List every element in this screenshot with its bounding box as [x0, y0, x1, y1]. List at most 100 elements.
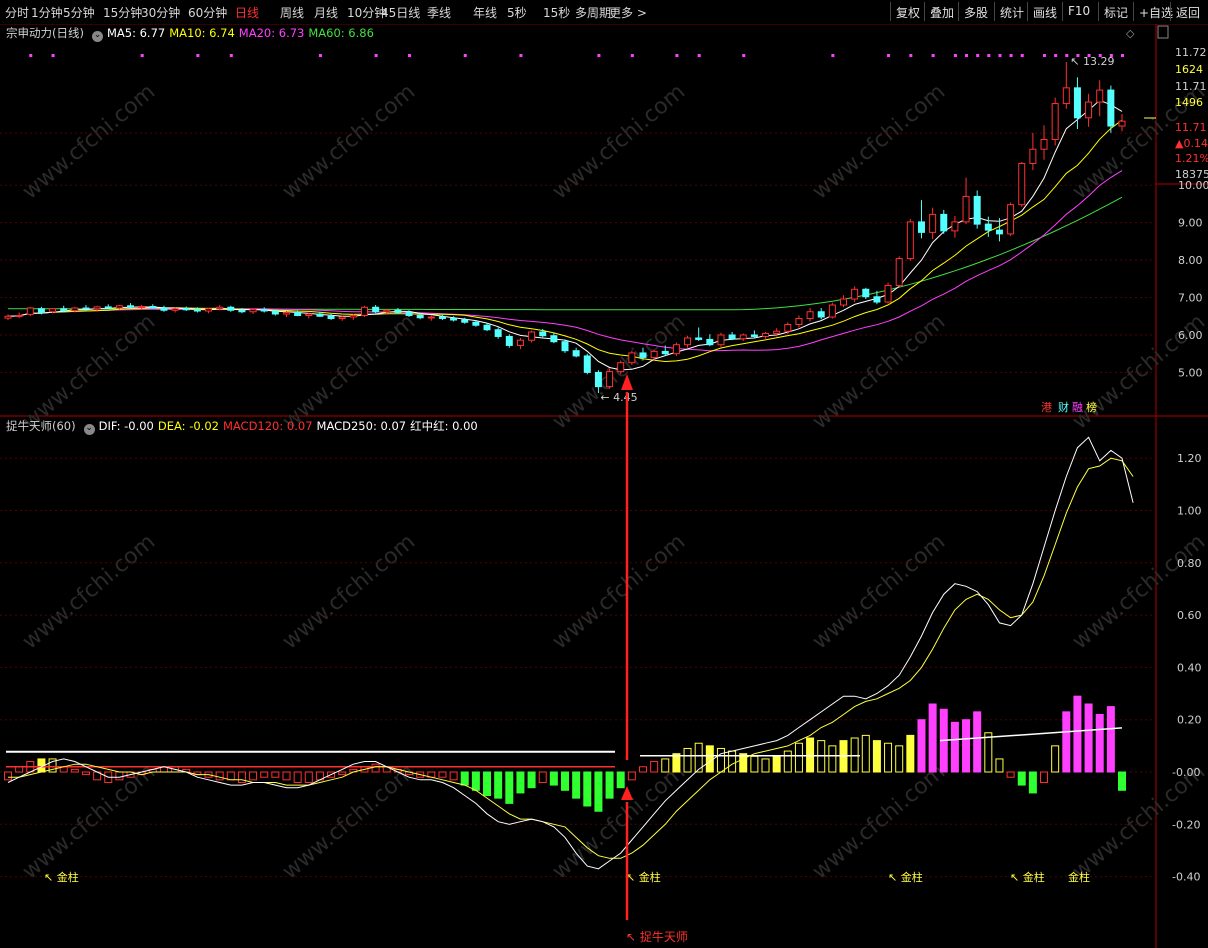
indicator-bar: [471, 771, 480, 791]
candle-body: [71, 307, 79, 312]
period-tab-7[interactable]: 周线: [280, 4, 304, 21]
indicator-bar: [527, 771, 536, 789]
indicator-bar: [783, 750, 792, 773]
indicator-bar: [226, 771, 235, 781]
ind-y-tick: 0.80: [1177, 557, 1202, 570]
period-tab-16[interactable]: 更多 >: [609, 4, 647, 21]
candle-body: [1007, 204, 1015, 235]
indicator-bar: [271, 771, 280, 778]
indicator-bar: [494, 771, 503, 799]
indicator-legend: 捉牛天师(60) ⌄ DIF: -0.00 DEA: -0.02 MACD120: 0.…: [6, 418, 482, 435]
candle-body: [260, 309, 268, 312]
toolbar-button-6[interactable]: 标记: [1098, 2, 1133, 21]
indicator-bar: [15, 766, 24, 773]
period-tab-13[interactable]: 5秒: [507, 4, 527, 21]
period-tab-2[interactable]: 5分钟: [63, 4, 95, 21]
period-tab-4[interactable]: 30分钟: [141, 4, 180, 21]
candle-body: [1029, 148, 1037, 164]
signal-dot: [1009, 54, 1013, 57]
period-tab-14[interactable]: 15秒: [543, 4, 570, 21]
main-y-tick: 8.00: [1178, 254, 1203, 267]
toolbar-button-4[interactable]: 画线: [1027, 2, 1062, 21]
signal-dot: [196, 54, 200, 57]
indicator-bar: [516, 771, 525, 794]
signal-dot: [998, 54, 1002, 57]
indicator-bar: [705, 745, 714, 773]
main-legend-item: MA5: 6.77: [106, 26, 166, 40]
indicator-bar: [70, 768, 79, 773]
ind-y-tick: 1.20: [1177, 452, 1202, 465]
candle-body: [26, 307, 34, 315]
signal-dot: [831, 54, 835, 57]
candle-body: [360, 306, 368, 316]
candle-body: [706, 338, 714, 346]
indicator-bar: [627, 771, 636, 781]
signal-dot: [1054, 54, 1058, 57]
indicator-bar: [293, 771, 302, 783]
signal-dot: [1121, 54, 1124, 57]
period-tab-8[interactable]: 月线: [314, 4, 338, 21]
candle-body: [1040, 139, 1048, 150]
period-tab-10[interactable]: 45日线: [381, 4, 420, 21]
ind-y-tick: 0.20: [1177, 714, 1202, 727]
signal-dot: [374, 54, 378, 57]
period-tab-11[interactable]: 季线: [427, 4, 451, 21]
indicator-bar: [650, 761, 659, 773]
period-toolbar: 分时 1分钟 5分钟 15分钟 30分钟 60分钟 日线 周线 月线 10分钟 45日线 季线 年线 5秒…: [0, 0, 1208, 25]
dea-line: [8, 457, 1134, 859]
period-tab-1[interactable]: 1分钟: [31, 4, 63, 21]
candle-body: [917, 221, 925, 233]
candle-body: [193, 309, 201, 312]
candle-body: [405, 311, 413, 316]
period-tab-0[interactable]: 分时: [5, 4, 29, 21]
candle-body: [60, 308, 68, 312]
ind-legend-item: MACD250: 0.07: [316, 419, 407, 433]
toolbar-button-5[interactable]: F10: [1062, 2, 1095, 21]
toolbar-button-3[interactable]: 统计: [994, 2, 1029, 21]
main-dropdown-icon[interactable]: ⌄: [91, 31, 103, 42]
indicator-bar: [115, 771, 124, 781]
candle-body: [951, 221, 959, 232]
candle-body: [15, 314, 23, 317]
period-tab-15[interactable]: 多周期: [575, 4, 611, 21]
period-tab-6[interactable]: 日线: [235, 4, 259, 21]
period-tab-5[interactable]: 60分钟: [188, 4, 227, 21]
toolbar-button-0[interactable]: 复权: [890, 2, 925, 21]
toolbar-button-2[interactable]: 多股: [958, 2, 993, 21]
candle-body: [528, 331, 536, 341]
candle-body: [1118, 120, 1126, 127]
main-y-tick: 7.00: [1178, 292, 1203, 305]
indicator-bar: [505, 771, 514, 804]
candle-body: [583, 355, 591, 373]
signal-dot: [987, 54, 991, 57]
signal-dot: [697, 54, 701, 57]
candle-body: [862, 288, 870, 298]
indicator-bar: [728, 750, 737, 773]
candle-body: [962, 195, 970, 223]
candle-body: [394, 309, 402, 313]
candle-body: [249, 309, 257, 313]
jinzhu-label: 金柱: [1068, 870, 1090, 884]
ind-legend-item: MACD120: 0.07: [222, 419, 313, 433]
candle-body: [717, 334, 725, 346]
candle-body: [572, 350, 580, 357]
candle-body: [817, 311, 825, 318]
candle-body: [561, 341, 569, 352]
candle-body: [1062, 87, 1070, 105]
candle-body: [4, 315, 12, 319]
signal-dot: [931, 54, 935, 57]
indicator-bar: [561, 771, 569, 791]
signal-dot: [1098, 54, 1102, 57]
candle-body: [37, 308, 45, 313]
period-tab-12[interactable]: 年线: [473, 4, 497, 21]
badge-rongzi: 融: [1072, 401, 1083, 414]
main-title: 宗申动力(日线): [6, 26, 84, 40]
signal-dot: [318, 54, 322, 57]
period-tab-3[interactable]: 15分钟: [103, 4, 142, 21]
toolbar-button-1[interactable]: 叠加: [924, 2, 959, 21]
candle-body: [349, 314, 357, 318]
ind-dropdown-icon[interactable]: ⌄: [83, 424, 95, 435]
toolbar-button-8[interactable]: 返回: [1170, 2, 1205, 21]
candle-body: [316, 313, 324, 317]
ind-y-tick: -0.40: [1172, 871, 1200, 884]
